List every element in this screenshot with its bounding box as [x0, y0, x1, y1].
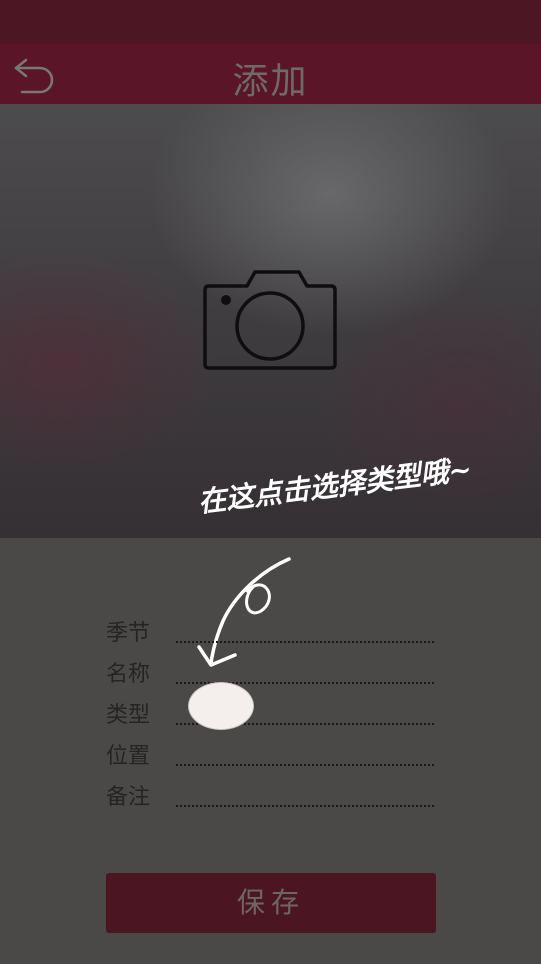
location-label: 位置	[106, 744, 151, 769]
location-row: 位置	[106, 738, 436, 769]
page-title: 添加	[232, 61, 309, 102]
name-field[interactable]	[176, 656, 434, 684]
season-row: 季节	[106, 615, 436, 646]
note-field[interactable]	[176, 779, 434, 807]
name-row: 名称	[106, 656, 436, 687]
camera-button[interactable]	[203, 268, 339, 372]
note-label: 备注	[106, 785, 151, 810]
name-label: 名称	[106, 662, 151, 687]
hint-text: 在这点击选择类型哦~	[196, 452, 474, 519]
photo-area[interactable]: 在这点击选择类型哦~	[0, 104, 541, 538]
save-button[interactable]: 保存	[106, 873, 436, 933]
type-row: 类型	[106, 697, 436, 728]
type-label: 类型	[106, 703, 151, 728]
season-label: 季节	[106, 621, 151, 646]
header-bar: 添加	[0, 44, 541, 104]
camera-icon	[203, 270, 337, 370]
season-field[interactable]	[176, 615, 434, 643]
location-field[interactable]	[176, 738, 434, 766]
status-bar-area	[0, 0, 541, 44]
type-selector[interactable]	[188, 682, 254, 730]
note-row: 备注	[106, 779, 436, 810]
